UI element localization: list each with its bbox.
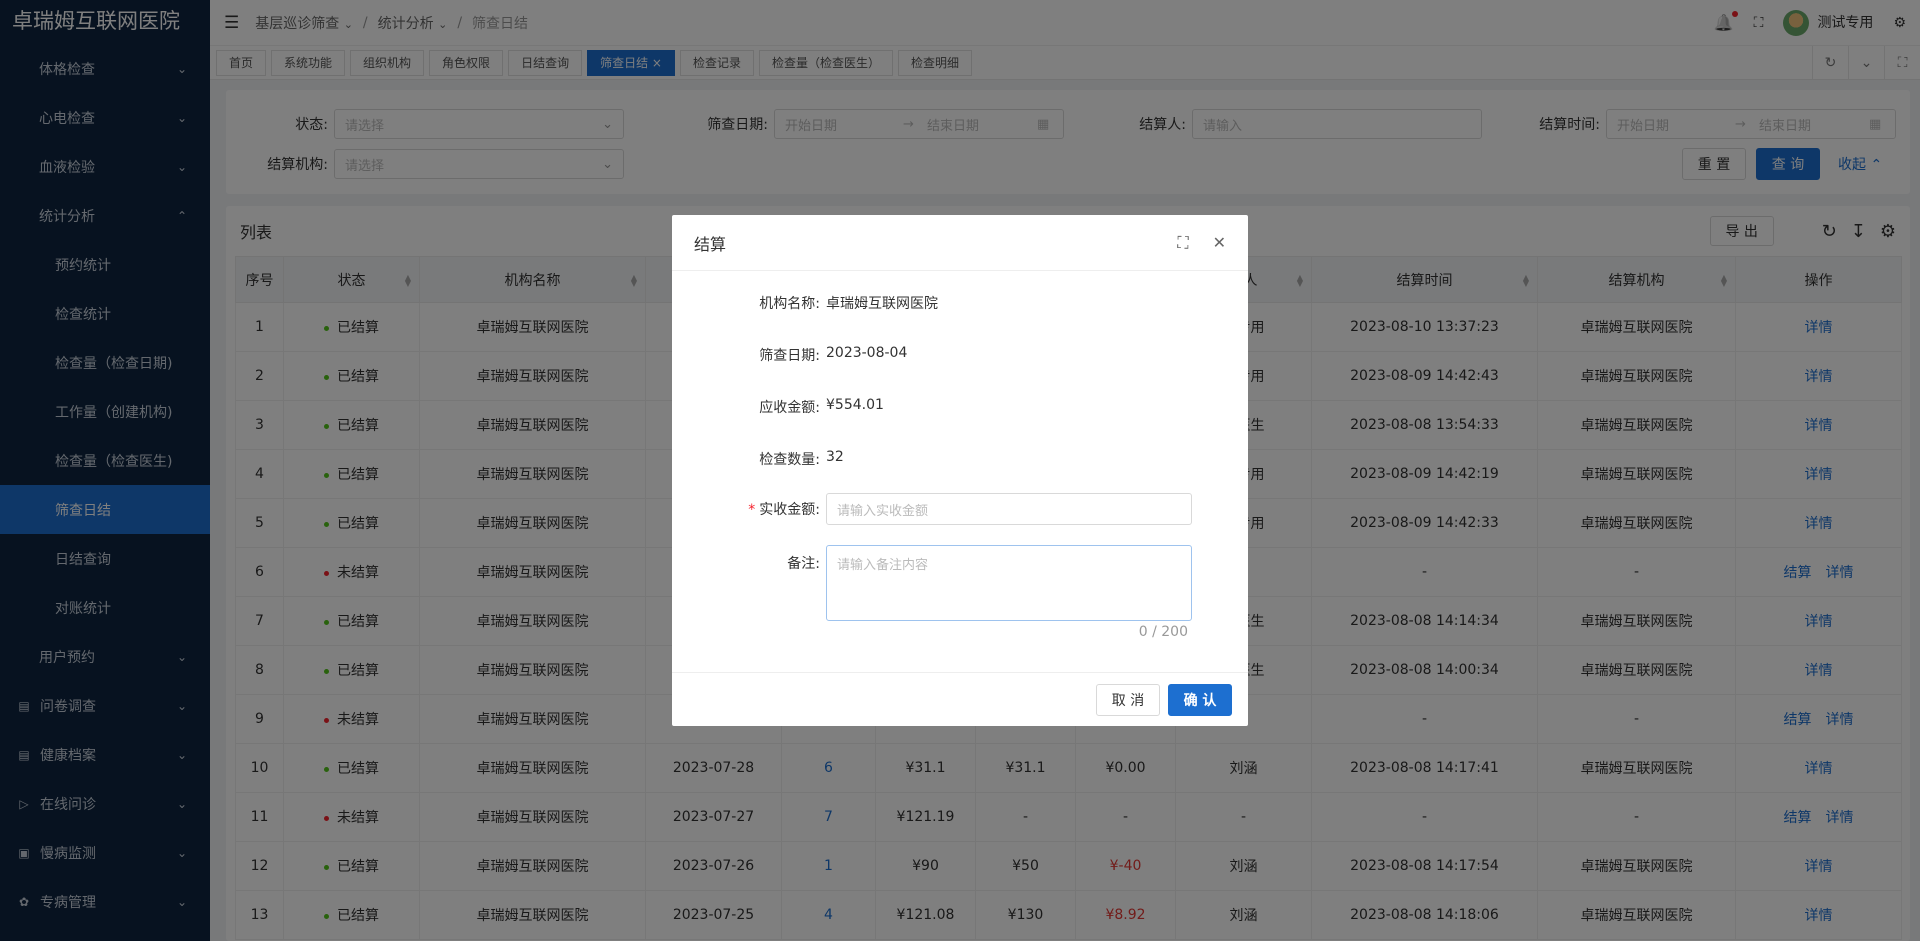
dialog-title: 结算: [694, 234, 727, 254]
note-counter: 0 / 200: [1138, 624, 1188, 640]
field-date: 筛查日期: 2023-08-04: [759, 345, 908, 364]
field-org: 机构名称: 卓瑞姆互联网医院: [759, 296, 938, 312]
note-counter-row: 0 / 200: [672, 624, 1248, 640]
note-textarea[interactable]: 请输入备注内容: [826, 545, 1192, 621]
maximize-icon[interactable]: ⛶: [1177, 233, 1188, 253]
field-count: 检查数量: 32: [759, 449, 844, 468]
field-paid: * 实收金额: 请输入实收金额: [672, 493, 1248, 525]
confirm-button[interactable]: 确 认: [1168, 684, 1232, 716]
settle-dialog: 结算 ⛶ ✕ 机构名称: 卓瑞姆互联网医院 筛查日期: 2023-08-04 应收金…: [672, 215, 1248, 726]
field-note: 备注: 请输入备注内容: [672, 545, 1248, 621]
paid-amount-input[interactable]: 请输入实收金额: [826, 493, 1192, 525]
close-icon[interactable]: ✕: [1213, 233, 1226, 253]
cancel-button[interactable]: 取 消: [1096, 684, 1160, 716]
dialog-footer: 取 消 确 认: [672, 672, 1248, 726]
dialog-header: 结算 ⛶ ✕: [672, 215, 1248, 271]
field-due: 应收金额: ¥554.01: [759, 397, 884, 416]
required-mark: *: [748, 502, 756, 518]
